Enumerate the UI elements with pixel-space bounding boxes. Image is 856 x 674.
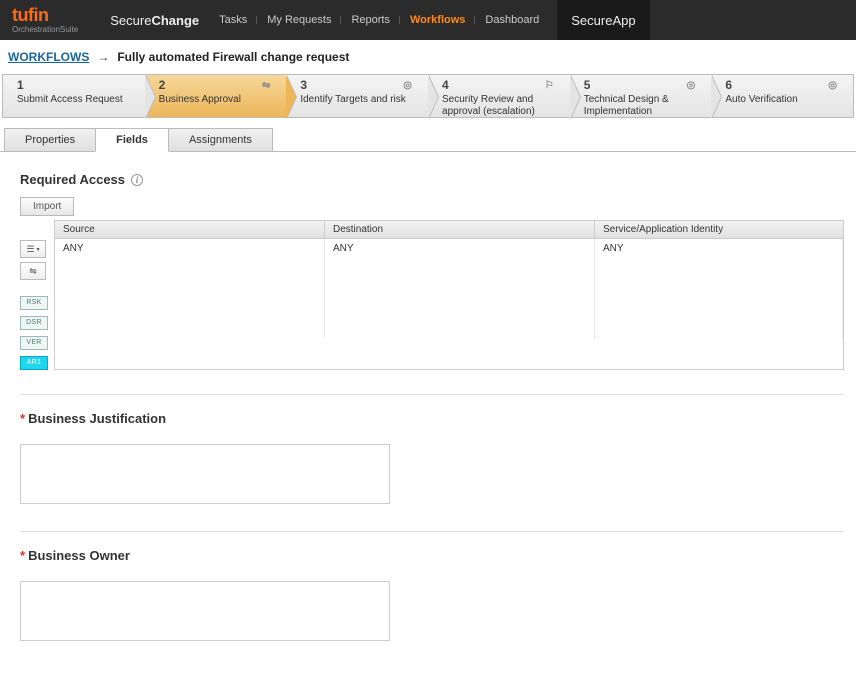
chip-dsr[interactable]: DSR — [20, 316, 48, 330]
target-icon: ◎ — [828, 80, 837, 91]
step-4[interactable]: 4⚐ Security Review and approval (escalat… — [428, 75, 570, 117]
cell-source: ANY — [55, 239, 325, 339]
primary-nav: SecureChange Tasks My Requests Reports W… — [100, 0, 649, 40]
nav-dashboard[interactable]: Dashboard — [475, 14, 549, 26]
tab-fields[interactable]: Fields — [95, 128, 169, 152]
step-5[interactable]: 5◎ Technical Design & Implementation — [570, 75, 712, 117]
nav-reports[interactable]: Reports — [341, 14, 400, 26]
chip-rsk[interactable]: RSK — [20, 296, 48, 310]
flag-icon: ⚐ — [545, 80, 554, 91]
target-icon: ◎ — [403, 80, 412, 91]
col-service[interactable]: Service/Application Identity — [595, 221, 843, 238]
breadcrumb-root[interactable]: WORKFLOWS — [8, 50, 89, 64]
col-destination[interactable]: Destination — [325, 221, 595, 238]
top-navigation: tufin OrchestrationSuite SecureChange Ta… — [0, 0, 856, 40]
logo-subtitle: OrchestrationSuite — [12, 25, 78, 34]
nav-my-requests[interactable]: My Requests — [257, 14, 341, 26]
access-grid-area: ☰▾ ⇋ RSK DSR VER AR1 Source Destination … — [20, 220, 844, 370]
nav-workflows[interactable]: Workflows — [400, 14, 475, 26]
share-icon: ⇋ — [262, 80, 270, 91]
detail-tabs: Properties Fields Assignments — [4, 128, 856, 152]
tab-assignments[interactable]: Assignments — [168, 128, 273, 152]
tab-content: Required Access i Import ☰▾ ⇋ RSK DSR VE… — [0, 152, 856, 674]
business-justification-title: *Business Justification — [20, 411, 844, 426]
cell-service: ANY — [595, 239, 843, 339]
business-owner-title: *Business Owner — [20, 548, 844, 563]
access-grid: Source Destination Service/Application I… — [54, 220, 844, 370]
step-1[interactable]: 1 Submit Access Request — [3, 75, 145, 117]
info-icon[interactable]: i — [131, 174, 143, 186]
business-owner-input[interactable] — [20, 581, 390, 641]
breadcrumb: WORKFLOWS → Fully automated Firewall cha… — [0, 40, 856, 74]
grid-header: Source Destination Service/Application I… — [55, 221, 843, 239]
app-secureapp[interactable]: SecureApp — [557, 0, 649, 40]
required-access-title: Required Access i — [20, 172, 844, 187]
divider — [20, 531, 844, 532]
divider — [20, 394, 844, 395]
col-source[interactable]: Source — [55, 221, 325, 238]
nav-tasks[interactable]: Tasks — [209, 14, 257, 26]
tab-properties[interactable]: Properties — [4, 128, 96, 152]
chip-ver[interactable]: VER — [20, 336, 48, 350]
logo: tufin OrchestrationSuite — [0, 6, 90, 34]
list-menu-button[interactable]: ☰▾ — [20, 240, 46, 258]
cell-destination: ANY — [325, 239, 595, 339]
app-securechange[interactable]: SecureChange — [100, 0, 209, 40]
workflow-steps: 1 Submit Access Request 2⇋ Business Appr… — [2, 74, 854, 118]
share-button[interactable]: ⇋ — [20, 262, 46, 280]
grid-side-tools: ☰▾ ⇋ RSK DSR VER AR1 — [20, 220, 54, 370]
business-justification-input[interactable] — [20, 444, 390, 504]
step-3[interactable]: 3◎ Identify Targets and risk — [286, 75, 428, 117]
grid-row[interactable]: ANY ANY ANY — [55, 239, 843, 339]
page-title: Fully automated Firewall change request — [117, 50, 349, 64]
step-6[interactable]: 6◎ Auto Verification — [711, 75, 853, 117]
logo-text: tufin — [12, 6, 78, 24]
chevron-right-icon: → — [97, 50, 109, 64]
target-icon: ◎ — [687, 80, 696, 91]
step-2[interactable]: 2⇋ Business Approval — [145, 75, 287, 117]
chip-ar1[interactable]: AR1 — [20, 356, 48, 370]
import-button[interactable]: Import — [20, 197, 74, 216]
nav-items: Tasks My Requests Reports Workflows Dash… — [209, 0, 549, 40]
